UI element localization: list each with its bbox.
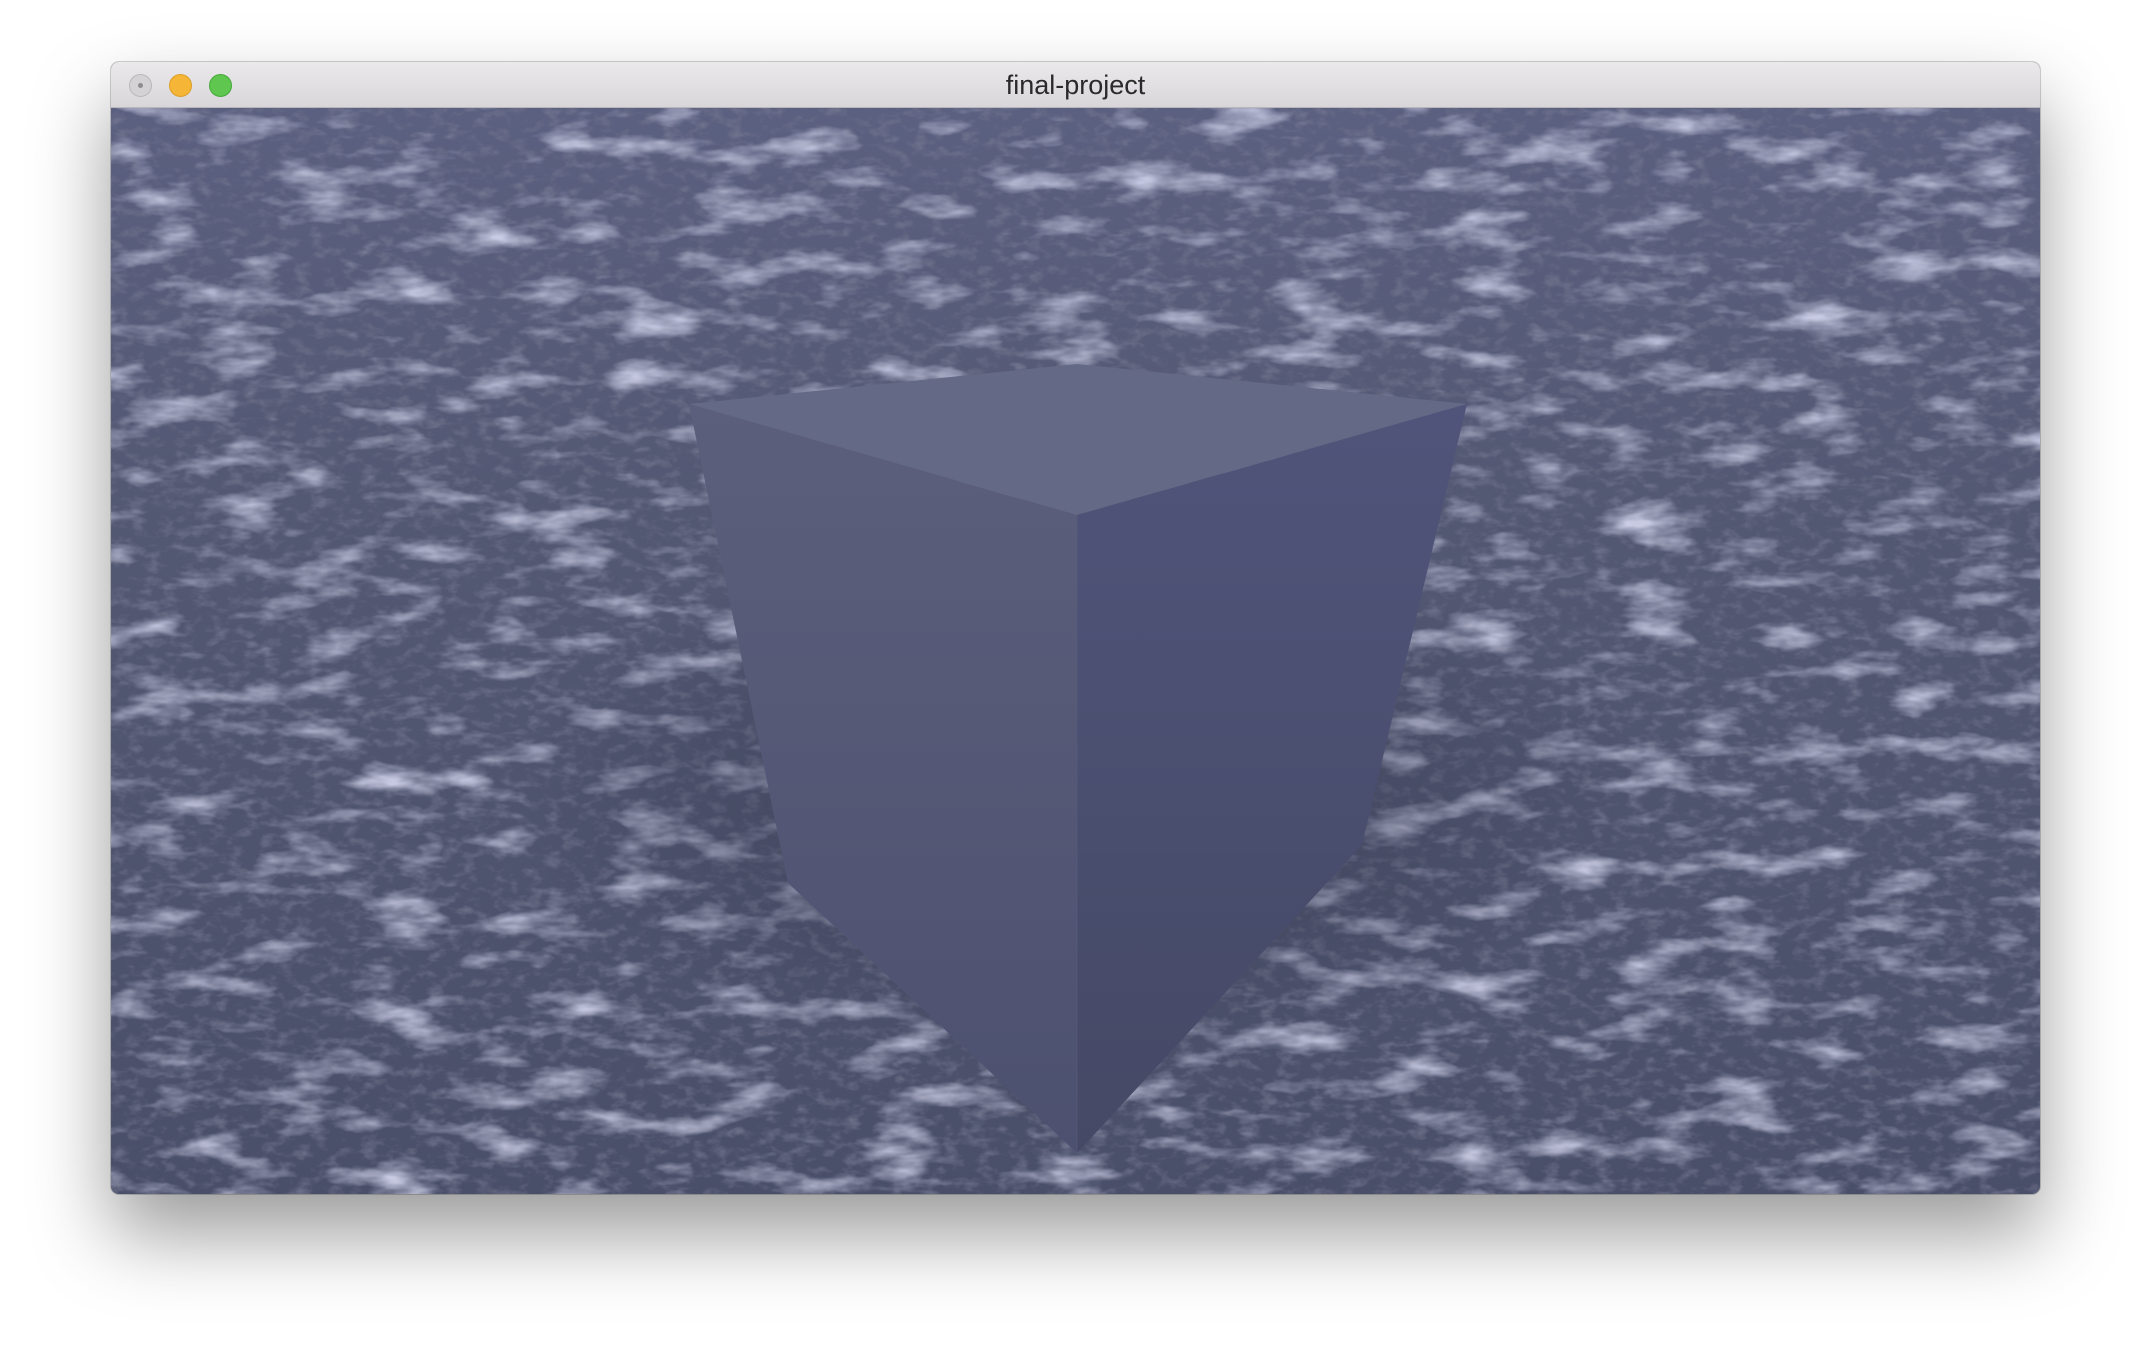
title-bar[interactable]: final-project [111, 62, 2040, 108]
scene-canvas [111, 108, 2040, 1194]
app-window: final-project [111, 62, 2040, 1194]
window-title: final-project [1005, 70, 1146, 100]
render-viewport[interactable] [111, 108, 2040, 1194]
